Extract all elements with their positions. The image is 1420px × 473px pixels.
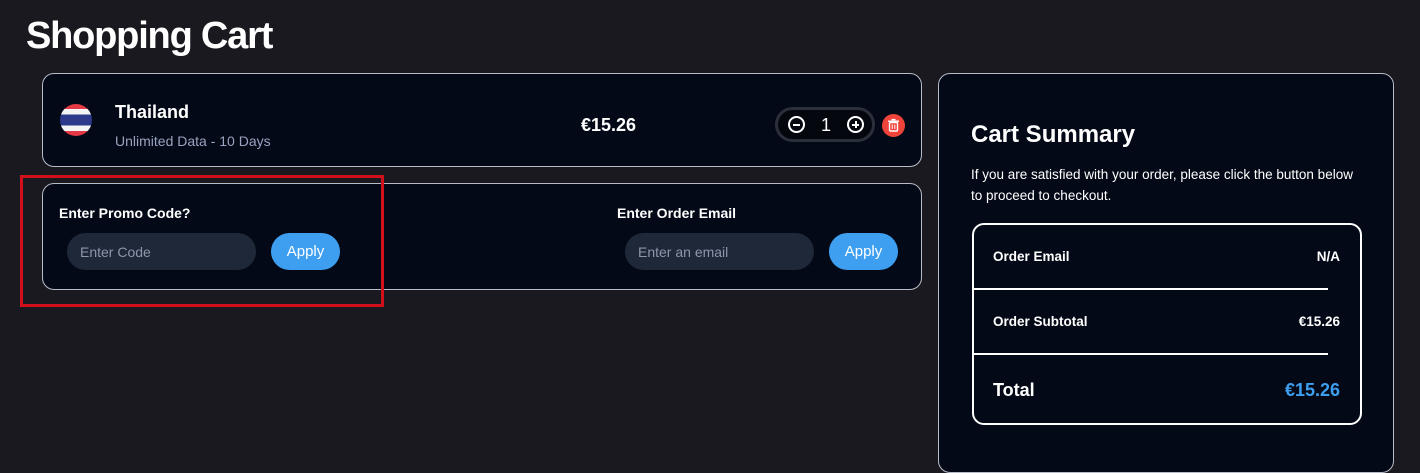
order-subtotal-row-value: €15.26	[1298, 314, 1340, 329]
summary-box: Order Email N/A Order Subtotal €15.26 To…	[972, 223, 1362, 425]
summary-title: Cart Summary	[971, 121, 1136, 148]
apply-promo-button[interactable]: Apply	[271, 233, 340, 270]
apply-email-button[interactable]: Apply	[829, 233, 898, 270]
total-value: €15.26	[1284, 380, 1340, 400]
total-label: Total	[993, 380, 1035, 400]
item-price: €15.26	[581, 115, 637, 135]
quantity-value: 1	[820, 115, 831, 135]
plus-circle-icon[interactable]	[847, 116, 864, 133]
page-title: Shopping Cart	[26, 15, 273, 57]
quantity-stepper: 1	[775, 107, 875, 142]
order-email-row-label: Order Email	[993, 249, 1070, 264]
promo-code-input[interactable]	[67, 233, 256, 270]
cart-item-card: Thailand Unlimited Data - 10 Days €15.26…	[42, 73, 922, 167]
order-email-input[interactable]	[625, 233, 814, 270]
item-name: Thailand	[115, 102, 190, 122]
order-email-row-value: N/A	[1316, 249, 1340, 264]
cart-summary-panel: Cart Summary If you are satisfied with y…	[938, 73, 1394, 473]
order-subtotal-row-label: Order Subtotal	[993, 314, 1088, 329]
item-description: Unlimited Data - 10 Days	[115, 133, 271, 149]
delete-item-button[interactable]	[882, 114, 905, 137]
thailand-flag-icon	[60, 104, 92, 136]
summary-divider	[974, 288, 1328, 290]
summary-divider	[974, 353, 1328, 355]
promo-code-label: Enter Promo Code?	[59, 205, 191, 221]
order-email-label: Enter Order Email	[617, 205, 737, 221]
promo-email-card: Enter Promo Code? Apply Enter Order Emai…	[42, 183, 922, 290]
minus-circle-icon[interactable]	[788, 116, 805, 133]
trash-icon	[888, 118, 899, 132]
summary-description: If you are satisfied with your order, pl…	[971, 167, 1353, 203]
